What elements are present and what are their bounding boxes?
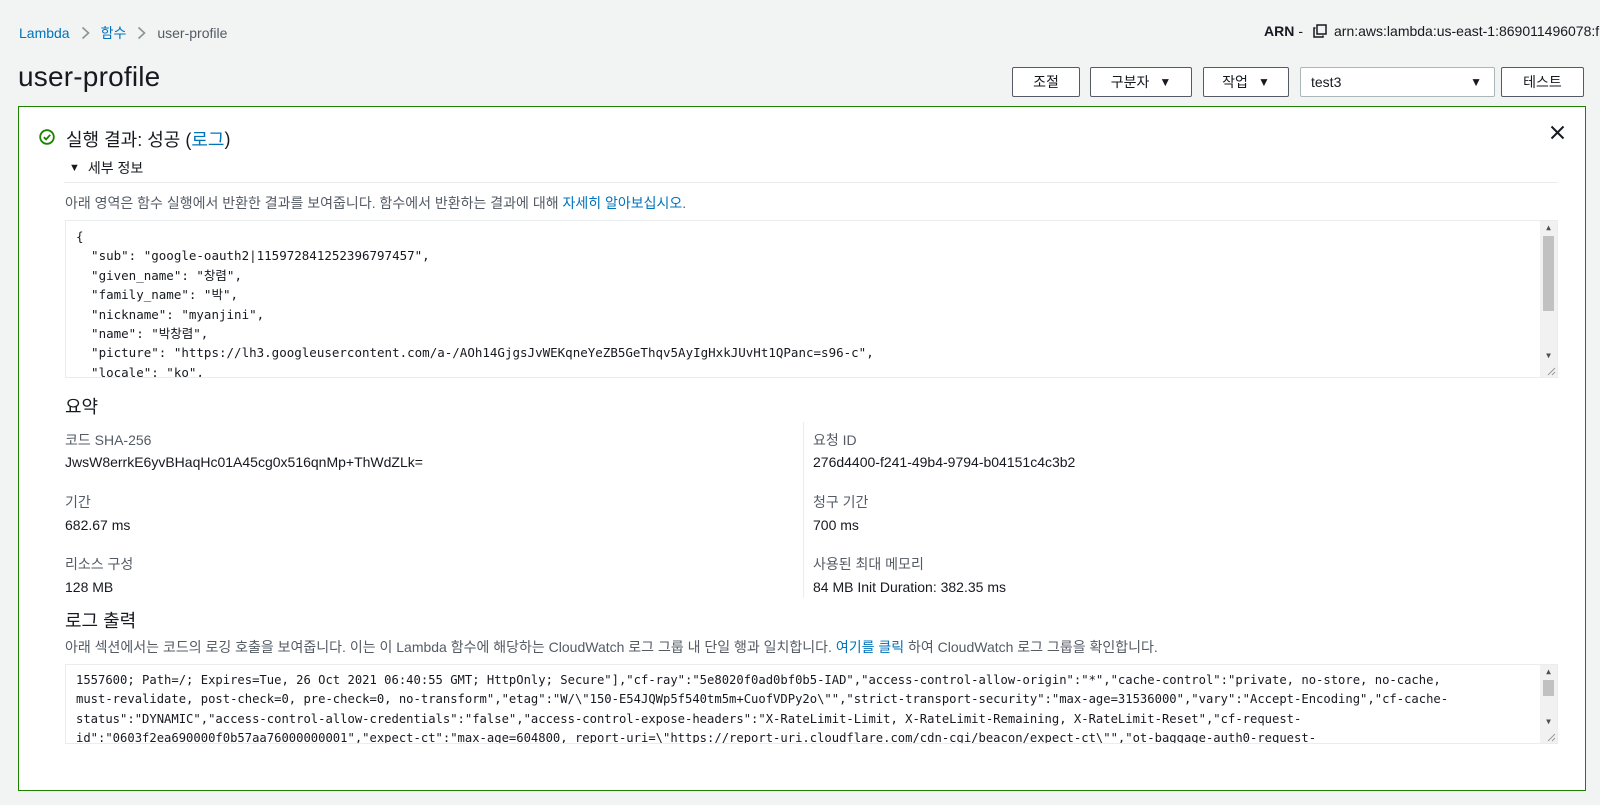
code-line: must-revalidate, post-check=0, pre-check… — [76, 692, 1449, 707]
log-description-end: 하여 CloudWatch 로그 그룹을 확인합니다. — [904, 639, 1158, 655]
code-line: "name": "박창렴", — [76, 325, 209, 341]
test-event-value: test3 — [1311, 74, 1342, 90]
actions-label: 작업 — [1222, 74, 1248, 90]
caret-expanded-icon: ▼ — [69, 162, 80, 174]
code-line: "picture": "https://lh3.googleuserconten… — [76, 345, 874, 361]
response-scrollbar[interactable]: ▲ ▼ — [1540, 221, 1557, 377]
arn-label: ARN — [1264, 23, 1295, 39]
billed-duration-value: 700 ms — [813, 517, 859, 533]
caret-down-icon: ▼ — [1257, 75, 1270, 89]
result-description-text: 아래 영역은 함수 실행에서 반환한 결과를 보여줍니다. 함수에서 반환하는 … — [65, 195, 563, 211]
caret-down-icon: ▼ — [1159, 75, 1172, 89]
max-memory-label: 사용된 최대 메모리 — [813, 556, 924, 572]
code-line: 1557600; Path=/; Expires=Tue, 26 Oct 202… — [76, 673, 1441, 687]
code-line: "given_name": "창렴", — [76, 267, 242, 283]
code-line: "sub": "google-oauth2|115972841252396797… — [76, 248, 430, 264]
qualifiers-label: 구분자 — [1110, 74, 1150, 90]
details-divider — [64, 182, 1558, 183]
chevron-right-icon — [81, 26, 90, 40]
duration-label: 기간 — [65, 494, 91, 510]
details-label: 세부 정보 — [87, 160, 144, 176]
max-memory-value: 84 MB Init Duration: 382.35 ms — [813, 579, 1006, 595]
test-button[interactable]: 테스트 — [1501, 67, 1584, 97]
chevron-right-icon — [137, 26, 147, 40]
learn-more-link[interactable]: 자세히 알아보십시오 — [562, 195, 682, 211]
scroll-thumb[interactable] — [1543, 236, 1554, 311]
resize-handle-icon[interactable] — [1544, 730, 1556, 742]
result-description: 아래 영역은 함수 실행에서 반환한 결과를 보여줍니다. 함수에서 반환하는 … — [65, 193, 686, 213]
top-bar: Lambda 함수 user-profile ARN - arn:aws:lam… — [0, 0, 1600, 60]
code-line: "locale": "ko", — [76, 364, 204, 378]
result-log-link[interactable]: 로그 — [191, 126, 224, 152]
result-header: 실행 결과: 성공 ( 로그 ) — [39, 126, 230, 152]
request-id-value: 276d4400-f241-49b4-9794-b04151c4c3b2 — [813, 454, 1076, 470]
test-label: 테스트 — [1523, 74, 1562, 90]
response-output[interactable]: { "sub": "google-oauth2|1159728412523967… — [65, 220, 1558, 378]
arn-dash: - — [1298, 23, 1304, 39]
code-sha-value: JwsW8errkE6yvBHaqHc01A45cg0x516qnMp+ThWd… — [65, 454, 423, 470]
code-sha-label: 코드 SHA-256 — [65, 432, 152, 448]
result-title-prefix: 실행 결과: 성공 ( — [66, 130, 192, 150]
details-toggle[interactable]: ▼ 세부 정보 — [69, 158, 143, 178]
code-line: "family_name": "박", — [76, 287, 239, 303]
actions-button[interactable]: 작업 ▼ — [1203, 67, 1289, 97]
breadcrumb-current: user-profile — [157, 25, 228, 41]
resources-value: 128 MB — [65, 579, 114, 595]
scroll-thumb[interactable] — [1543, 680, 1554, 696]
scroll-down-icon[interactable]: ▼ — [1540, 715, 1557, 729]
qualifiers-button[interactable]: 구분자 ▼ — [1090, 67, 1192, 97]
throttle-button[interactable]: 조절 — [1012, 67, 1080, 97]
log-title: 로그 출력 — [65, 611, 137, 631]
summary-divider — [803, 422, 804, 598]
scroll-up-icon[interactable]: ▲ — [1540, 665, 1557, 679]
code-line: { — [76, 229, 84, 244]
scroll-down-icon[interactable]: ▼ — [1540, 349, 1557, 363]
scroll-up-icon[interactable]: ▲ — [1540, 221, 1557, 235]
duration-value: 682.67 ms — [65, 517, 131, 533]
result-title-suffix: ) — [224, 128, 231, 149]
throttle-label: 조절 — [1033, 74, 1059, 90]
click-here-link[interactable]: 여기를 클릭 — [836, 639, 904, 655]
billed-duration-label: 청구 기간 — [813, 494, 869, 510]
close-icon[interactable] — [1550, 125, 1565, 140]
arn-display: ARN - arn:aws:lambda:us-east-1:869011496… — [1264, 23, 1599, 39]
execution-result-panel: 실행 결과: 성공 ( 로그 ) ▼ 세부 정보 아래 영역은 함수 실행에서 … — [18, 106, 1586, 791]
resize-handle-icon[interactable] — [1544, 364, 1556, 376]
resources-label: 리소스 구성 — [65, 556, 134, 572]
response-lines: { "sub": "google-oauth2|1159728412523967… — [76, 227, 1537, 378]
breadcrumb-functions[interactable]: 함수 — [101, 23, 127, 43]
summary-title: 요약 — [65, 397, 99, 417]
page-title: user-profile — [18, 61, 161, 92]
log-lines: 1557600; Path=/; Expires=Tue, 26 Oct 202… — [76, 671, 1537, 744]
success-check-icon — [39, 129, 55, 145]
result-description-end: . — [682, 195, 687, 211]
log-description: 아래 섹션에서는 코드의 로깅 호출을 보여줍니다. 이는 이 Lambda 함… — [65, 637, 1158, 657]
code-line: id":"0603f2ea690000f0b57aa76000000001","… — [76, 731, 1317, 744]
copy-icon[interactable] — [1313, 24, 1327, 38]
request-id-label: 요청 ID — [813, 432, 857, 448]
breadcrumb: Lambda 함수 user-profile — [19, 23, 227, 43]
code-line: "nickname": "myanjini", — [76, 306, 265, 322]
caret-down-icon: ▼ — [1470, 75, 1482, 89]
code-line: status":"DYNAMIC","access-control-allow-… — [76, 711, 1302, 726]
log-output[interactable]: 1557600; Path=/; Expires=Tue, 26 Oct 202… — [65, 664, 1558, 744]
test-event-select[interactable]: test3 ▼ — [1300, 67, 1495, 97]
log-description-text: 아래 섹션에서는 코드의 로깅 호출을 보여줍니다. 이는 이 Lambda 함… — [65, 639, 836, 655]
arn-value: arn:aws:lambda:us-east-1:869011496078:f — [1334, 23, 1600, 39]
breadcrumb-lambda[interactable]: Lambda — [19, 25, 70, 41]
